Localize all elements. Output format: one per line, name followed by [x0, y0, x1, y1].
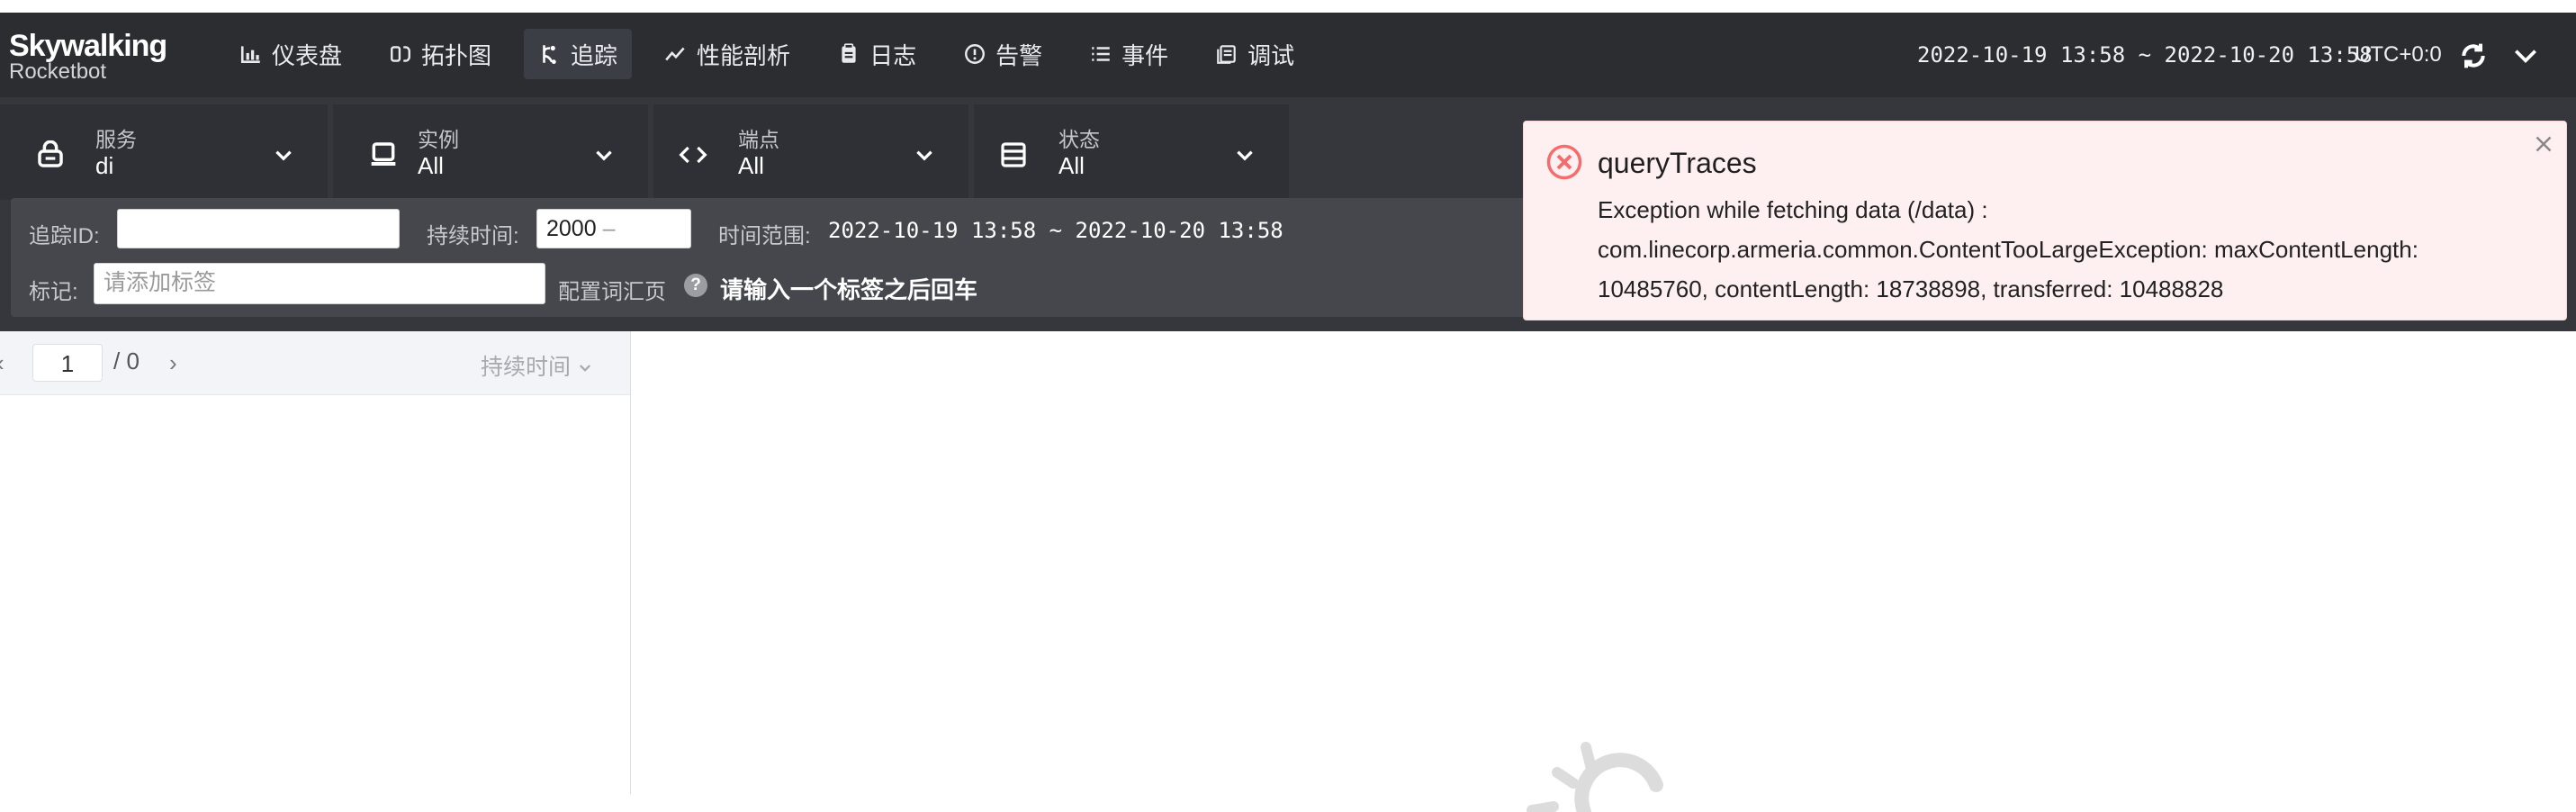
pager-next[interactable]: › — [169, 349, 177, 377]
top-bar: Skywalking Rocketbot 仪表盘 拓扑图 追踪 性能剖析 日志 … — [0, 13, 2576, 97]
error-toast: queryTraces Exception while fetching dat… — [1523, 121, 2567, 320]
nav-label: 调试 — [1247, 41, 1295, 69]
selector-value: All — [738, 152, 764, 179]
nav-label: 性能剖析 — [697, 41, 791, 69]
trend-icon — [665, 47, 685, 61]
sort-dropdown[interactable]: 持续时间 — [481, 349, 593, 382]
nav-trace[interactable]: 追踪 — [524, 29, 633, 79]
vocab-link[interactable]: 配置词汇页 — [558, 274, 666, 305]
chevron-down-icon[interactable] — [2511, 41, 2540, 70]
trace-id-input[interactable] — [117, 209, 400, 248]
nav-label: 事件 — [1121, 41, 1169, 69]
timezone-label: UTC+0:0 — [2355, 42, 2442, 67]
chevron-down-icon — [1237, 150, 1253, 161]
brand-name: Skywalking — [9, 29, 167, 63]
bar-chart-icon — [240, 46, 260, 63]
nav-dashboard[interactable]: 仪表盘 — [225, 29, 356, 79]
nav-event[interactable]: 事件 — [1075, 29, 1183, 79]
duration-min-value: 2000 — [546, 216, 597, 241]
nav-alarm[interactable]: 告警 — [949, 29, 1057, 79]
debug-icon — [1217, 45, 1236, 64]
loading-spinner-icon — [1527, 742, 1663, 812]
status-icon — [1001, 142, 1026, 167]
help-icon[interactable]: ? — [684, 274, 707, 297]
tags-hint: 请输入一个标签之后回车 — [720, 276, 978, 303]
status-selector[interactable]: 状态 All — [974, 104, 1289, 200]
tags-label: 标记: — [29, 280, 78, 304]
error-icon — [1546, 144, 1582, 180]
selector-caption: 状态 — [1058, 128, 1100, 151]
endpoint-selector[interactable]: 端点 All — [653, 104, 968, 200]
nav-debug[interactable]: 调试 — [1201, 29, 1309, 79]
nav-label: 仪表盘 — [272, 41, 343, 69]
tags-placeholder: 请添加标签 — [104, 270, 217, 295]
instance-selector[interactable]: 实例 All — [333, 104, 648, 200]
brand-sub: Rocketbot — [9, 59, 107, 84]
selector-value: All — [1058, 152, 1085, 179]
trace-id-label: 追踪ID: — [29, 224, 100, 248]
log-icon — [842, 43, 856, 63]
nav-profiling[interactable]: 性能剖析 — [650, 29, 805, 79]
duration-label: 持续时间: — [427, 224, 519, 248]
endpoint-icon — [679, 146, 707, 164]
nav-log[interactable]: 日志 — [823, 29, 931, 79]
top-strip — [0, 0, 2576, 13]
nav-label: 日志 — [869, 41, 917, 69]
chevron-down-icon — [579, 365, 591, 373]
trace-list-panel: ‹ 1 / 0 › 持续时间 — [0, 331, 631, 794]
chevron-down-icon — [596, 150, 612, 161]
selector-value: All — [418, 152, 444, 179]
trace-icon — [543, 45, 556, 65]
list-icon — [1092, 47, 1110, 61]
time-range-value[interactable]: 2022-10-19 13:58 ~ 2022-10-20 13:58 — [828, 218, 1283, 243]
nav-label: 告警 — [995, 41, 1043, 69]
pager-bar: ‹ 1 / 0 › 持续时间 — [0, 331, 630, 395]
alarm-icon — [965, 44, 986, 64]
selector-value: di — [95, 152, 114, 179]
selector-caption: 实例 — [418, 128, 459, 151]
chevron-down-icon — [275, 150, 292, 161]
nav-label: 追踪 — [571, 41, 618, 69]
time-range-label: 时间范围: — [718, 224, 811, 248]
toast-title: queryTraces — [1598, 147, 1757, 179]
chevron-down-icon — [916, 150, 932, 161]
nav-label: 拓扑图 — [421, 41, 492, 69]
header-time-range[interactable]: 2022-10-19 13:58 ~ 2022-10-20 13:58 — [1917, 40, 2373, 70]
toast-message: Exception while fetching data (/data) : … — [1598, 196, 2418, 302]
page-input[interactable]: 1 — [32, 344, 103, 382]
main-nav: 仪表盘 拓扑图 追踪 性能剖析 日志 告警 事件 调试 — [225, 29, 1327, 79]
logo[interactable]: Skywalking Rocketbot — [9, 31, 167, 83]
duration-min-input[interactable]: 2000 – — [536, 209, 691, 248]
tags-input[interactable]: 请添加标签 — [94, 263, 545, 304]
service-icon — [38, 140, 63, 167]
selector-caption: 服务 — [95, 128, 137, 151]
instance-icon — [371, 142, 396, 166]
nav-topology[interactable]: 拓扑图 — [374, 29, 506, 79]
service-selector[interactable]: 服务 di — [0, 104, 328, 200]
sort-label: 持续时间 — [481, 355, 572, 380]
close-icon[interactable] — [2530, 131, 2557, 158]
page-total: / 0 — [113, 347, 140, 374]
duration-separator: – — [602, 216, 616, 241]
selector-caption: 端点 — [738, 128, 779, 151]
topology-icon — [391, 46, 410, 62]
refresh-icon[interactable] — [2459, 41, 2488, 70]
pager-prev[interactable]: ‹ — [0, 349, 5, 377]
